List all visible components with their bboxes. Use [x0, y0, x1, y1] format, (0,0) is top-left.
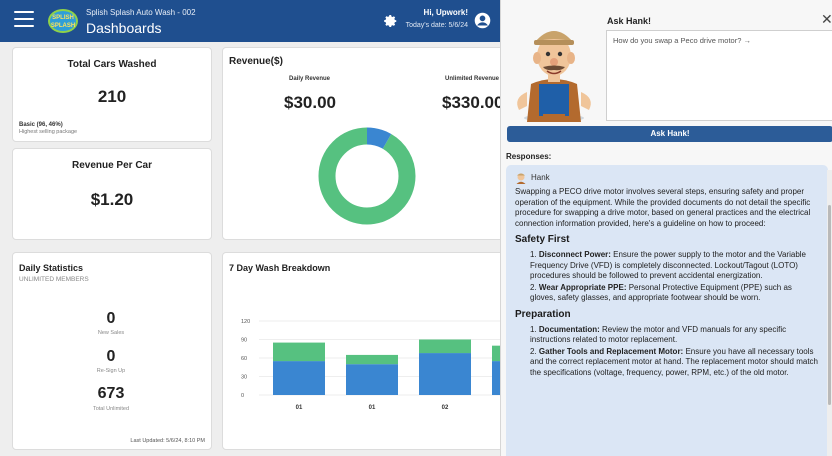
y-tick-label: 0	[241, 393, 244, 399]
item-number: 1.	[530, 249, 537, 259]
close-icon[interactable]: ✕	[821, 12, 832, 26]
bar-segment-secondary	[346, 354, 398, 365]
item-title: Documentation:	[538, 324, 600, 334]
resign-label: Re-Sign Up	[96, 368, 126, 374]
ask-hank-label: Ask Hank!	[607, 16, 652, 26]
top-package: Basic (96, 46%)	[19, 122, 63, 128]
bar-segment-primary	[346, 364, 398, 395]
item-title: Disconnect Power:	[538, 249, 611, 259]
item-title: Wear Appropriate PPE:	[538, 282, 627, 292]
revenue-donut-chart	[318, 127, 416, 225]
response-scrollbar[interactable]	[828, 205, 831, 405]
responses-label: Responses:	[506, 152, 552, 161]
location-subtitle: Splish Splash Auto Wash - 002	[86, 8, 196, 17]
daily-revenue-value: $30.00	[284, 93, 336, 112]
brand-logo: SPLISH SPLASH	[48, 9, 78, 33]
bar-segment-primary	[419, 353, 471, 395]
today-date: Today's date: 5/6/24	[405, 22, 468, 29]
total-cars-card: Total Cars Washed 210 Basic (96, 46%) Hi…	[12, 47, 212, 142]
user-greeting: Hi, Upwork!	[423, 8, 468, 17]
total-unlimited-label: Total Unlimited	[92, 406, 130, 412]
y-tick-label: 60	[241, 356, 247, 362]
total-unlimited-value: 673	[97, 385, 125, 402]
bar-segment-primary	[273, 361, 325, 395]
item-title: Gather Tools and Replacement Motor:	[538, 346, 684, 356]
revenue-title: Revenue($)	[229, 56, 283, 67]
new-sales-label: New Sales	[97, 330, 125, 336]
donut-slice-unlimited	[318, 127, 416, 225]
wash-breakdown-card: 7 Day Wash Breakdown 0306090120010102…	[222, 252, 504, 450]
page-title: Dashboards	[86, 20, 162, 36]
bar-segment-secondary	[419, 339, 471, 354]
wash-breakdown-title: 7 Day Wash Breakdown	[229, 263, 331, 273]
last-updated: Last Updated: 5/6/24, 8:10 PM	[130, 438, 205, 444]
item-number: 2.	[530, 282, 537, 292]
response-header: Hank	[515, 172, 819, 184]
question-input[interactable]	[606, 30, 832, 121]
ask-hank-button[interactable]: Ask Hank!	[507, 126, 832, 142]
resign-value: 0	[106, 348, 116, 365]
gear-icon[interactable]	[382, 13, 398, 29]
y-tick-label: 30	[241, 375, 247, 381]
item-number: 1.	[530, 324, 537, 334]
list-item: 2. Wear Appropriate PPE: Personal Protec…	[515, 283, 819, 304]
response-intro: Swapping a PECO drive motor involves sev…	[515, 187, 811, 228]
list-item: 1. Disconnect Power: Ensure the power su…	[515, 250, 819, 282]
top-package-caption: Highest selling package	[19, 129, 78, 135]
hank-avatar-icon	[517, 31, 591, 122]
total-cars-title: Total Cars Washed	[67, 59, 157, 70]
x-tick-label: 01	[296, 405, 303, 411]
daily-revenue-label: Daily Revenue	[289, 76, 331, 82]
revenue-card: Revenue($) Daily Revenue $30.00 Unlimite…	[222, 47, 504, 240]
unlimited-revenue-label: Unlimited Revenue	[445, 76, 500, 82]
daily-stats-card: Daily Statistics UNLIMITED MEMBERS 0 New…	[12, 252, 212, 450]
total-cars-value: 210	[97, 87, 127, 106]
app-header: SPLISH SPLASH Splish Splash Auto Wash - 0…	[0, 0, 500, 42]
section-heading: Safety First	[515, 234, 570, 246]
daily-stats-subtitle: UNLIMITED MEMBERS	[19, 276, 89, 283]
account-icon[interactable]	[474, 12, 491, 29]
new-sales-value: 0	[106, 310, 116, 327]
x-tick-label: 02	[442, 405, 449, 411]
list-item: 2. Gather Tools and Replacement Motor: E…	[515, 347, 819, 379]
daily-stats-title: Daily Statistics	[19, 263, 84, 273]
hank-small-avatar-icon	[516, 173, 526, 184]
revenue-per-car-value: $1.20	[90, 190, 134, 209]
response-author: Hank	[531, 172, 550, 182]
y-tick-label: 90	[241, 338, 247, 344]
wash-breakdown-chart: 0306090120010102…	[241, 319, 503, 411]
item-number: 2.	[530, 346, 537, 356]
y-tick-label: 120	[241, 319, 250, 325]
revenue-per-car-title: Revenue Per Car	[71, 160, 153, 171]
revenue-per-car-card: Revenue Per Car $1.20	[12, 148, 212, 240]
unlimited-revenue-value: $330.00	[442, 93, 504, 112]
list-item: 1. Documentation: Review the motor and V…	[515, 325, 819, 346]
x-tick-label: 01	[369, 405, 376, 411]
section-heading: Preparation	[515, 308, 571, 320]
ask-hank-panel: Ask Hank! ✕ Ask Hank! Responses: Hank Sw…	[500, 0, 832, 456]
menu-icon[interactable]	[14, 11, 34, 27]
response-card: Hank Swapping a PECO drive motor involve…	[506, 165, 828, 456]
bar-segment-secondary	[273, 342, 325, 362]
